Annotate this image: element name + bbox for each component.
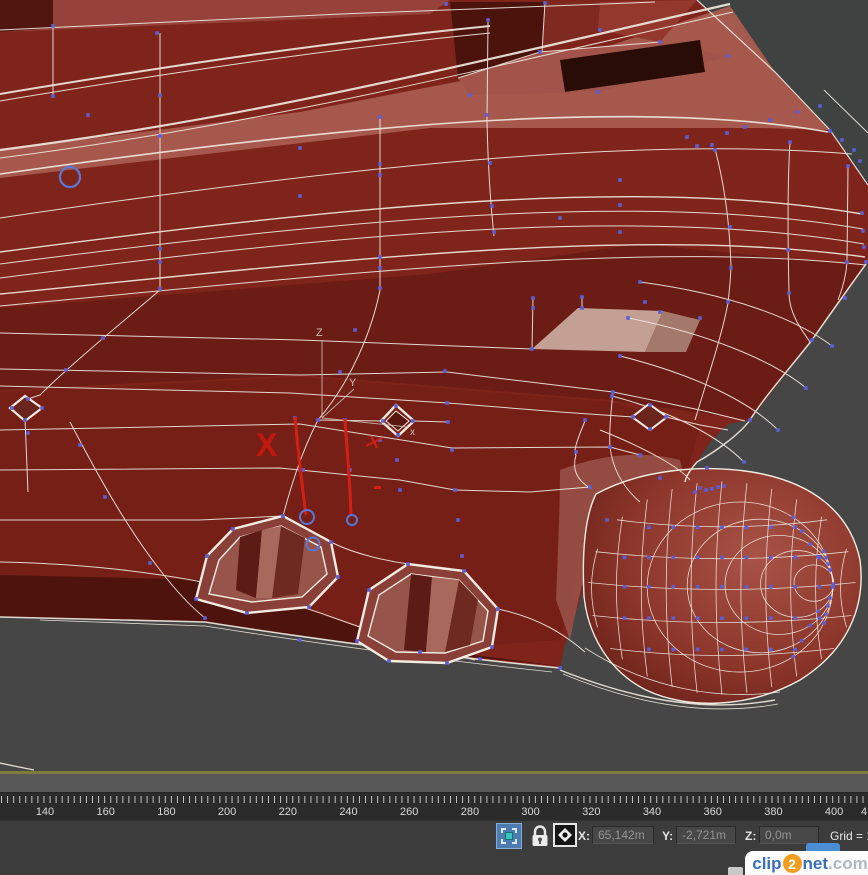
clip2net-watermark[interactable]: clip2net.com bbox=[745, 851, 868, 875]
z-axis-label: Z bbox=[316, 327, 323, 339]
time-slider-track[interactable] bbox=[0, 774, 868, 793]
watermark-text-clip: clip bbox=[752, 854, 781, 874]
svg-text:140: 140 bbox=[36, 806, 54, 818]
selection-lock-toggle-button[interactable] bbox=[527, 823, 553, 849]
svg-text:4: 4 bbox=[861, 806, 867, 818]
svg-text:220: 220 bbox=[279, 806, 297, 818]
svg-text:300: 300 bbox=[521, 806, 539, 818]
x-axis-red-label: X bbox=[256, 427, 278, 463]
svg-text:240: 240 bbox=[339, 806, 357, 818]
timeline-ruler[interactable]: 140 160 180 200 220 240 260 280 300 320 340 360 380 4… bbox=[0, 793, 868, 820]
x-coordinate-field[interactable]: 65,142m bbox=[592, 826, 654, 844]
viewport-3d[interactable]: Z Y x X bbox=[0, 0, 868, 771]
svg-text:320: 320 bbox=[582, 806, 600, 818]
lock-icon bbox=[529, 823, 551, 849]
absolute-mode-icon bbox=[553, 823, 577, 847]
svg-text:260: 260 bbox=[400, 806, 418, 818]
svg-text:340: 340 bbox=[643, 806, 661, 818]
grid-spacing-label: Grid = 1 bbox=[830, 829, 868, 843]
status-bar: X: 65,142m Y: -2,721m Z: 0,0m Grid = 1 c… bbox=[0, 820, 868, 875]
svg-text:180: 180 bbox=[157, 806, 175, 818]
z-coordinate-label: Z: bbox=[745, 829, 756, 843]
svg-text:400: 400 bbox=[825, 806, 843, 818]
watermark-text-net: net bbox=[803, 854, 829, 874]
svg-text:280: 280 bbox=[461, 806, 479, 818]
max-application-window: Z Y x X 140 160 180 200 220 240 260 280 300 320 34… bbox=[0, 0, 868, 875]
svg-text:160: 160 bbox=[97, 806, 115, 818]
svg-text:380: 380 bbox=[764, 806, 782, 818]
isolate-selection-icon bbox=[496, 823, 522, 849]
x-axis-small-label: x bbox=[410, 427, 415, 438]
isolate-selection-toggle-button[interactable] bbox=[496, 823, 522, 849]
y-axis-label: Y bbox=[349, 377, 357, 389]
gray-tab bbox=[728, 867, 743, 875]
x-coordinate-label: X: bbox=[578, 829, 590, 843]
svg-text:200: 200 bbox=[218, 806, 236, 818]
y-coordinate-field[interactable]: -2,721m bbox=[676, 826, 736, 844]
y-coordinate-label: Y: bbox=[662, 829, 673, 843]
svg-text:360: 360 bbox=[704, 806, 722, 818]
z-coordinate-field[interactable]: 0,0m bbox=[759, 826, 819, 844]
watermark-text-com: .com bbox=[828, 854, 868, 874]
absolute-mode-transform-button[interactable] bbox=[552, 823, 578, 849]
watermark-badge-2: 2 bbox=[783, 854, 802, 873]
